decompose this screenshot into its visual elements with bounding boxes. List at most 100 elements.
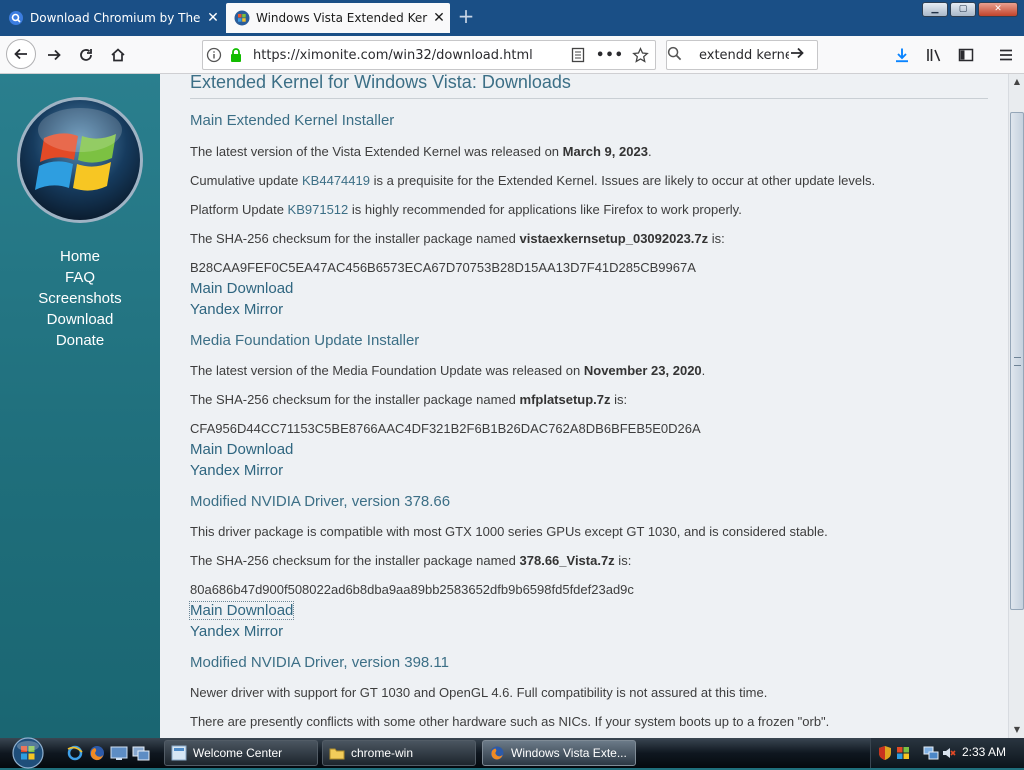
reload-icon: [80, 49, 92, 61]
switch-windows-icon[interactable]: [132, 744, 150, 762]
checksum-value: 80a686b47d900f508022ad6b8dba9aa89bb25836…: [190, 582, 634, 597]
taskbar: Welcome Center chrome-win Windows Vista …: [0, 737, 1024, 769]
release-date: March 9, 2023: [562, 144, 648, 159]
release-info: The latest version of the Vista Extended…: [190, 144, 652, 159]
url-bar[interactable]: https://ximonite.com/win32/download.html…: [202, 40, 656, 70]
nav-download-link[interactable]: Download: [0, 309, 160, 330]
lock-icon[interactable]: [225, 47, 247, 63]
main-download-link[interactable]: Main Download: [190, 441, 293, 458]
nav-home-link[interactable]: Home: [0, 246, 160, 267]
page-title: Extended Kernel for Windows Vista: Downl…: [190, 74, 988, 99]
network-icon[interactable]: [923, 745, 939, 761]
driver-description: Newer driver with support for GT 1030 an…: [190, 685, 768, 700]
info-icon[interactable]: [203, 47, 225, 63]
kb4474419-link[interactable]: KB4474419: [302, 173, 370, 188]
chromium-search-icon: [9, 11, 23, 25]
web-page: Home FAQ Screenshots Download Donate Ext…: [0, 74, 1008, 738]
release-date: November 23, 2020: [583, 363, 702, 378]
yandex-mirror-link[interactable]: Yandex Mirror: [190, 462, 283, 479]
internet-explorer-icon[interactable]: [66, 744, 84, 762]
reader-view-icon[interactable]: [561, 47, 595, 63]
reload-button[interactable]: [72, 41, 100, 69]
sidebar-toggle-button[interactable]: [952, 41, 980, 69]
site-sidebar: Home FAQ Screenshots Download Donate: [0, 74, 160, 738]
search-icon: [667, 46, 695, 65]
checksum-label: The SHA-256 checksum for the installer p…: [190, 392, 628, 407]
sidebar-icon: [958, 48, 974, 62]
download-arrow-icon: [896, 48, 908, 63]
section-heading: Media Foundation Update Installer: [190, 332, 420, 349]
main-download-link[interactable]: Main Download: [188, 601, 295, 620]
main-download-link[interactable]: Main Download: [190, 280, 293, 297]
taskbar-button-label: Windows Vista Exte...: [511, 746, 627, 760]
nav-donate-link[interactable]: Donate: [0, 330, 160, 351]
scrollbar-thumb[interactable]: [1010, 112, 1024, 610]
compatibility-note: There are presently conflicts with some …: [190, 714, 830, 729]
minimize-button[interactable]: ▁: [922, 2, 948, 17]
scrollbar-grip-icon: [1014, 357, 1021, 366]
yandex-mirror-link[interactable]: Yandex Mirror: [190, 301, 283, 318]
close-tab-icon[interactable]: ✕: [202, 10, 224, 26]
volume-muted-icon[interactable]: [941, 745, 957, 761]
tab-chromium[interactable]: Download Chromium by The Chromium Author…: [0, 3, 224, 33]
taskbar-chrome-win[interactable]: chrome-win: [322, 740, 476, 766]
driver-description: This driver package is compatible with m…: [190, 524, 828, 539]
library-button[interactable]: [920, 41, 948, 69]
scroll-down-arrow-icon[interactable]: ▼: [1009, 722, 1024, 738]
tab-strip: Download Chromium by The Chromium Author…: [0, 0, 1024, 36]
scroll-up-arrow-icon[interactable]: ▲: [1009, 74, 1024, 90]
prerequisite-info: Cumulative update KB4474419 is a prequis…: [190, 173, 876, 188]
package-name: 378.66_Vista.7z: [519, 553, 615, 568]
back-button[interactable]: [6, 39, 36, 69]
navigation-toolbar: https://ximonite.com/win32/download.html…: [0, 36, 1024, 74]
nav-faq-link[interactable]: FAQ: [0, 267, 160, 288]
checksum-label: The SHA-256 checksum for the installer p…: [190, 553, 632, 568]
section-heading: Modified NVIDIA Driver, version 398.11: [190, 654, 450, 671]
maximize-button[interactable]: ▢: [950, 2, 976, 17]
start-orb-icon[interactable]: [8, 734, 48, 770]
nav-screenshots-link[interactable]: Screenshots: [0, 288, 160, 309]
page-actions-icon[interactable]: •••: [595, 48, 625, 63]
close-tab-icon[interactable]: ✕: [428, 10, 450, 26]
search-bar[interactable]: extendd kernel: [666, 40, 818, 70]
kb971512-link[interactable]: KB971512: [288, 202, 349, 217]
tab-title: Windows Vista Extended Kernel: [256, 11, 428, 25]
package-name: vistaexkernsetup_03092023.7z: [519, 231, 709, 246]
forward-button[interactable]: [40, 41, 68, 69]
yandex-mirror-link[interactable]: Yandex Mirror: [190, 623, 283, 640]
firefox-icon[interactable]: [88, 744, 106, 762]
downloads-button[interactable]: [888, 41, 916, 69]
forward-arrow-icon: [48, 49, 61, 61]
site-navigation: Home FAQ Screenshots Download Donate: [0, 246, 160, 351]
bookmark-star-icon[interactable]: [625, 46, 655, 64]
vertical-scrollbar[interactable]: ▲ ▼: [1008, 74, 1024, 738]
firefox-icon: [490, 746, 504, 760]
release-info: The latest version of the Media Foundati…: [190, 363, 706, 378]
show-desktop-icon[interactable]: [110, 744, 128, 762]
windows-flag-icon[interactable]: [895, 745, 911, 761]
window-controls: ▁ ▢ ✕: [922, 2, 1018, 17]
folder-icon: [329, 748, 345, 760]
home-icon: [111, 48, 125, 62]
platform-update-info: Platform Update KB971512 is highly recom…: [190, 202, 742, 217]
checksum-label: The SHA-256 checksum for the installer p…: [190, 231, 725, 246]
new-tab-button[interactable]: +: [454, 5, 478, 29]
close-window-button[interactable]: ✕: [978, 2, 1018, 17]
search-go-icon[interactable]: [789, 45, 817, 65]
checksum-value: CFA956D44CC71153C5BE8766AAC4DF321B2F6B1B…: [190, 421, 701, 436]
home-button[interactable]: [104, 41, 132, 69]
package-name: mfplatsetup.7z: [519, 392, 611, 407]
system-clock[interactable]: 2:33 AM: [962, 745, 1006, 759]
welcome-center-icon: [171, 745, 187, 761]
windows-logo-icon: [234, 10, 250, 26]
taskbar-firefox-window[interactable]: Windows Vista Exte...: [482, 740, 636, 766]
search-input[interactable]: extendd kernel: [699, 48, 789, 63]
url-text[interactable]: https://ximonite.com/win32/download.html: [253, 48, 561, 63]
menu-button[interactable]: [992, 41, 1020, 69]
taskbar-welcome-center[interactable]: Welcome Center: [164, 740, 318, 766]
checksum-value: B28CAA9FEF0C5EA47AC456B6573ECA67D70753B2…: [190, 260, 696, 275]
tab-vista-kernel[interactable]: Windows Vista Extended Kernel ✕: [226, 3, 450, 33]
security-shield-icon[interactable]: [877, 745, 893, 761]
tab-title: Download Chromium by The Chromium Author…: [30, 11, 202, 25]
back-arrow-icon: [14, 48, 27, 60]
